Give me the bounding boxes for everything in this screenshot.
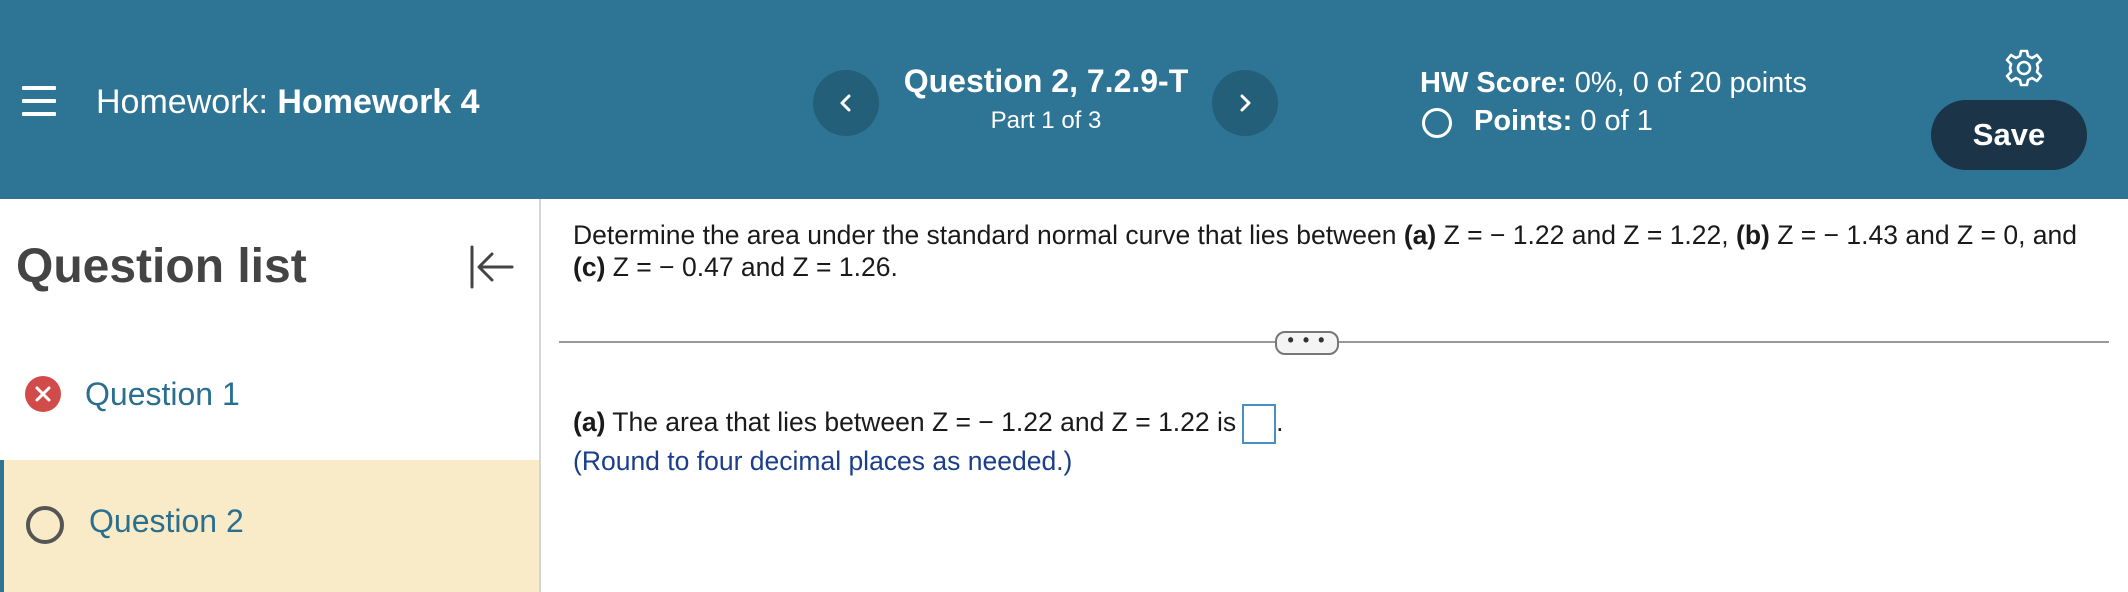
- part-c-range: Z = − 0.47 and Z = 1.26.: [605, 252, 898, 282]
- homework-label: Homework:: [96, 83, 268, 121]
- empty-circle-icon: [26, 506, 64, 544]
- x-circle-icon: [25, 376, 61, 412]
- part-b-tag: (b): [1736, 220, 1770, 250]
- hw-score: HW Score: 0%, 0 of 20 points: [1420, 66, 1807, 100]
- question-intro: Determine the area under the standard no…: [573, 220, 1404, 250]
- top-bar: Homework: Homework 4 Question 2, 7.2.9-T…: [0, 0, 2128, 199]
- chevron-right-icon: [1240, 94, 1251, 112]
- part-a-prompt: (a) The area that lies between Z = − 1.2…: [573, 404, 1284, 444]
- chevron-left-icon: [840, 94, 851, 112]
- homework-name: Homework 4: [277, 83, 480, 121]
- question-text: Determine the area under the standard no…: [573, 219, 2093, 283]
- points: Points: 0 of 1: [1474, 104, 1653, 138]
- next-question-button[interactable]: [1212, 70, 1278, 136]
- hamburger-menu-icon[interactable]: [22, 86, 56, 116]
- answer-input[interactable]: [1242, 404, 1277, 444]
- collapse-left-icon[interactable]: [466, 241, 518, 293]
- points-status-icon: [1422, 108, 1452, 138]
- part-b-range: Z = − 1.43 and Z = 0, and: [1769, 220, 2078, 250]
- previous-question-button[interactable]: [813, 70, 879, 136]
- question-panel: Determine the area under the standard no…: [541, 199, 2128, 592]
- question-title: Question 2, 7.2.9-T: [903, 63, 1189, 99]
- question-list-title: Question list: [16, 240, 307, 293]
- part-a-period: .: [1276, 407, 1284, 437]
- part-a-label: (a): [573, 407, 606, 437]
- question-list-item-2[interactable]: Question 2: [0, 460, 539, 592]
- part-c-tag: (c): [573, 252, 606, 282]
- question-list-item-1[interactable]: Question 1: [0, 349, 539, 439]
- question-list-sidebar: Question list Question 1 Question 2: [0, 199, 541, 592]
- part-a-range: Z = − 1.22 and Z = 1.22,: [1436, 220, 1736, 250]
- question-list-label: Question 2: [89, 503, 244, 539]
- rounding-hint: (Round to four decimal places as needed.…: [573, 446, 1073, 476]
- part-a-text: The area that lies between Z = − 1.22 an…: [605, 407, 1237, 437]
- hw-score-value: 0%, 0 of 20 points: [1566, 67, 1807, 99]
- points-label: Points:: [1474, 105, 1573, 137]
- question-part: Part 1 of 3: [990, 107, 1102, 134]
- part-a-tag: (a): [1403, 220, 1437, 250]
- save-button[interactable]: Save: [1931, 100, 2087, 170]
- question-list-label: Question 1: [85, 376, 240, 412]
- homework-title: Homework: Homework 4: [96, 82, 480, 122]
- points-value: 0 of 1: [1572, 105, 1653, 137]
- hw-score-label: HW Score:: [1420, 67, 1567, 99]
- expand-question-button[interactable]: • • •: [1275, 331, 1339, 355]
- gear-icon[interactable]: [2004, 48, 2044, 88]
